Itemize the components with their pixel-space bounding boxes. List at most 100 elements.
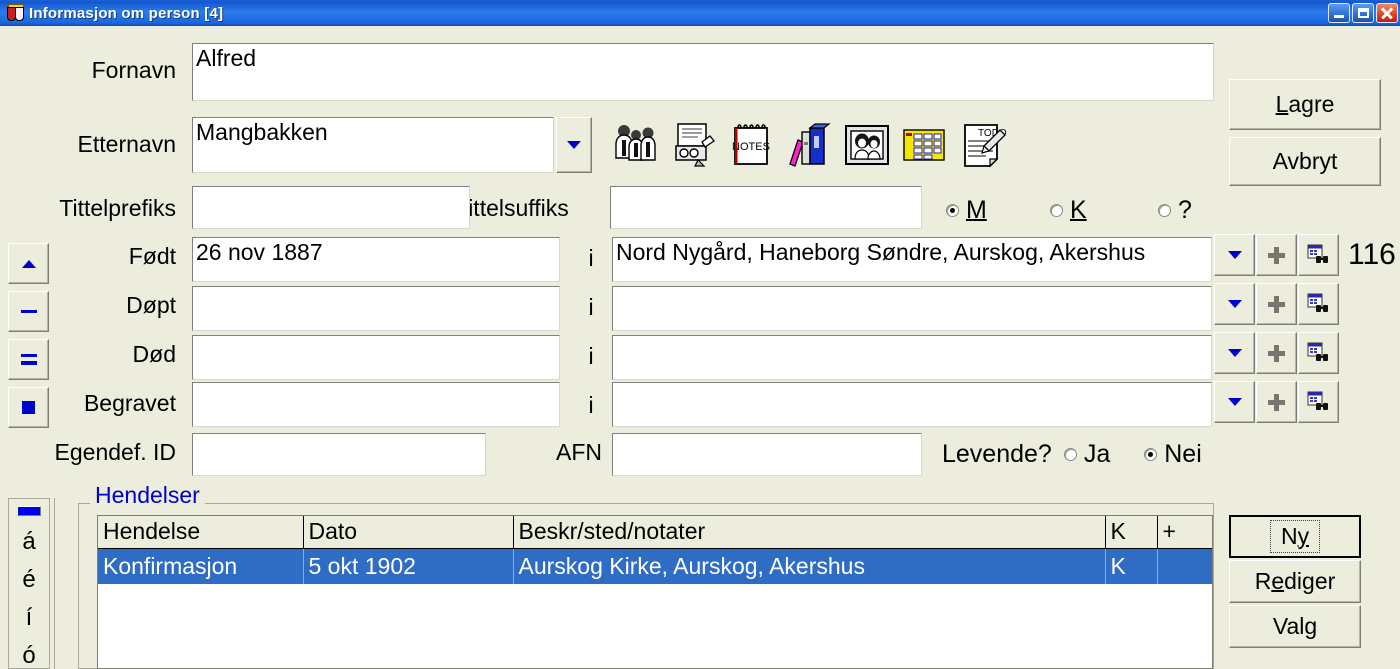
options-accel: g: [1304, 613, 1318, 639]
fodt-dropdown-button[interactable]: [1214, 234, 1255, 276]
triangle-up-icon: [21, 259, 36, 268]
edit-label-rest: diger: [1284, 568, 1336, 594]
radio-k-indicator: [1050, 204, 1063, 217]
label-afn: AFN: [556, 439, 602, 465]
gender-label-m: M: [966, 196, 987, 224]
options-button[interactable]: Valg: [1229, 605, 1361, 648]
document-scanner-icon[interactable]: [668, 120, 718, 170]
table-row[interactable]: Konfirmasjon 5 okt 1902 Aurskog Kirke, A…: [98, 548, 1212, 584]
tittelprefiks-input[interactable]: [192, 186, 470, 229]
books-icon[interactable]: [784, 120, 834, 170]
dopt-sted-input[interactable]: [612, 286, 1212, 331]
char-palette: á é í ó: [8, 498, 50, 669]
separator-i-dod: i: [588, 343, 594, 369]
events-group-title: Hendelser: [90, 482, 205, 509]
fornavn-input[interactable]: Alfred: [192, 43, 1214, 101]
char-a-acute[interactable]: á: [22, 530, 35, 554]
plus-icon: [1268, 246, 1285, 264]
gender-radio-unknown[interactable]: ?: [1158, 196, 1192, 225]
plus-icon: [1268, 393, 1285, 411]
column-header-beskrivelse[interactable]: Beskr/sted/notater: [513, 516, 1106, 549]
etternavn-dropdown-button[interactable]: [556, 117, 592, 173]
dopt-search-button[interactable]: [1298, 283, 1339, 325]
square-button[interactable]: [8, 387, 49, 428]
dopt-dropdown-button[interactable]: [1214, 283, 1255, 325]
lines-button[interactable]: [8, 339, 49, 380]
new-event-button[interactable]: Ny: [1229, 515, 1361, 558]
label-etternavn: Etternavn: [77, 131, 176, 157]
minimize-button[interactable]: [1328, 3, 1350, 23]
separator-i-dopt: i: [588, 294, 594, 320]
egendef-id-input[interactable]: [192, 433, 486, 476]
begravet-sted-input[interactable]: [612, 382, 1212, 427]
column-header-k[interactable]: K: [1105, 516, 1158, 549]
fodt-search-button[interactable]: [1298, 234, 1339, 276]
blue-square-button[interactable]: [17, 506, 41, 516]
char-o-acute[interactable]: ó: [22, 644, 35, 668]
levende-ja-radio[interactable]: [1063, 448, 1077, 461]
column-header-plus[interactable]: +: [1157, 516, 1212, 549]
close-button[interactable]: [1376, 3, 1398, 23]
gender-label-k: K: [1070, 196, 1087, 224]
label-tittelprefiks: Tittelprefiks: [59, 195, 176, 221]
chevron-down-icon: [567, 141, 581, 149]
events-table: Hendelse Dato Beskr/sted/notater K + Kon…: [98, 516, 1212, 584]
chevron-down-icon: [1227, 398, 1242, 406]
edit-event-button[interactable]: Rediger: [1229, 560, 1361, 603]
column-header-dato[interactable]: Dato: [303, 516, 514, 549]
photo-frame-icon[interactable]: [842, 120, 892, 170]
levende-nei-radio[interactable]: [1144, 448, 1158, 461]
family-group-icon[interactable]: [610, 120, 660, 170]
move-up-button[interactable]: [8, 243, 49, 284]
gender-radio-k[interactable]: K: [1050, 196, 1087, 225]
calendar-icon[interactable]: [900, 120, 950, 170]
begravet-search-button[interactable]: [1298, 381, 1339, 423]
begravet-add-button[interactable]: [1256, 381, 1297, 423]
notes-pad-icon[interactable]: NOTES: [726, 120, 776, 170]
begravet-dato-input[interactable]: [192, 382, 560, 427]
chevron-down-icon: [1227, 300, 1242, 308]
square-icon: [22, 401, 35, 414]
table-header-row: Hendelse Dato Beskr/sted/notater K +: [98, 516, 1212, 549]
dash-icon: [20, 310, 37, 313]
etternavn-input[interactable]: Mangbakken: [192, 117, 554, 173]
begravet-dropdown-button[interactable]: [1214, 381, 1255, 423]
edit-accel: e: [1271, 568, 1285, 594]
dod-dropdown-button[interactable]: [1214, 332, 1255, 374]
options-label-start: Val: [1272, 613, 1305, 639]
dod-dato-input[interactable]: [192, 335, 560, 380]
toolbar-icons: NOTES TODO: [610, 120, 1008, 170]
person-info-window: Informasjon om person [4] Fornavn Ettern…: [0, 0, 1400, 669]
palette-divider: [54, 498, 55, 669]
new-label-start: N: [1280, 523, 1298, 549]
afn-input[interactable]: [612, 433, 922, 476]
save-label-rest: agre: [1288, 91, 1335, 117]
fodt-sted-input[interactable]: Nord Nygård, Haneborg Søndre, Aurskog, A…: [612, 237, 1212, 282]
char-i-acute[interactable]: í: [26, 606, 33, 630]
shield-icon: [6, 4, 24, 22]
dod-search-button[interactable]: [1298, 332, 1339, 374]
levende-ja-label: Ja: [1083, 440, 1111, 468]
maximize-button[interactable]: [1352, 3, 1374, 23]
fodt-add-button[interactable]: [1256, 234, 1297, 276]
dopt-dato-input[interactable]: [192, 286, 560, 331]
save-button[interactable]: Lagre: [1229, 79, 1381, 130]
cell-plus: [1157, 548, 1212, 584]
search-place-icon: [1307, 342, 1328, 361]
fodt-dato-input[interactable]: 26 nov 1887: [192, 237, 560, 282]
events-table-container[interactable]: Hendelse Dato Beskr/sted/notater K + Kon…: [97, 515, 1213, 669]
cancel-button[interactable]: Avbryt: [1229, 137, 1381, 186]
tittelsuffiks-input[interactable]: [610, 186, 922, 229]
todo-list-icon[interactable]: TODO: [958, 120, 1008, 170]
dod-sted-input[interactable]: [612, 335, 1212, 380]
dopt-add-button[interactable]: [1256, 283, 1297, 325]
edit-label-start: R: [1254, 568, 1272, 594]
gender-radio-m[interactable]: M: [946, 196, 987, 225]
title-bar: Informasjon om person [4]: [0, 0, 1400, 26]
char-e-acute[interactable]: é: [22, 568, 35, 592]
dash-button[interactable]: [8, 291, 49, 332]
column-header-hendelse[interactable]: Hendelse: [98, 516, 304, 549]
equals-icon: [20, 354, 37, 365]
dod-add-button[interactable]: [1256, 332, 1297, 374]
cell-dato: 5 okt 1902: [303, 548, 514, 584]
